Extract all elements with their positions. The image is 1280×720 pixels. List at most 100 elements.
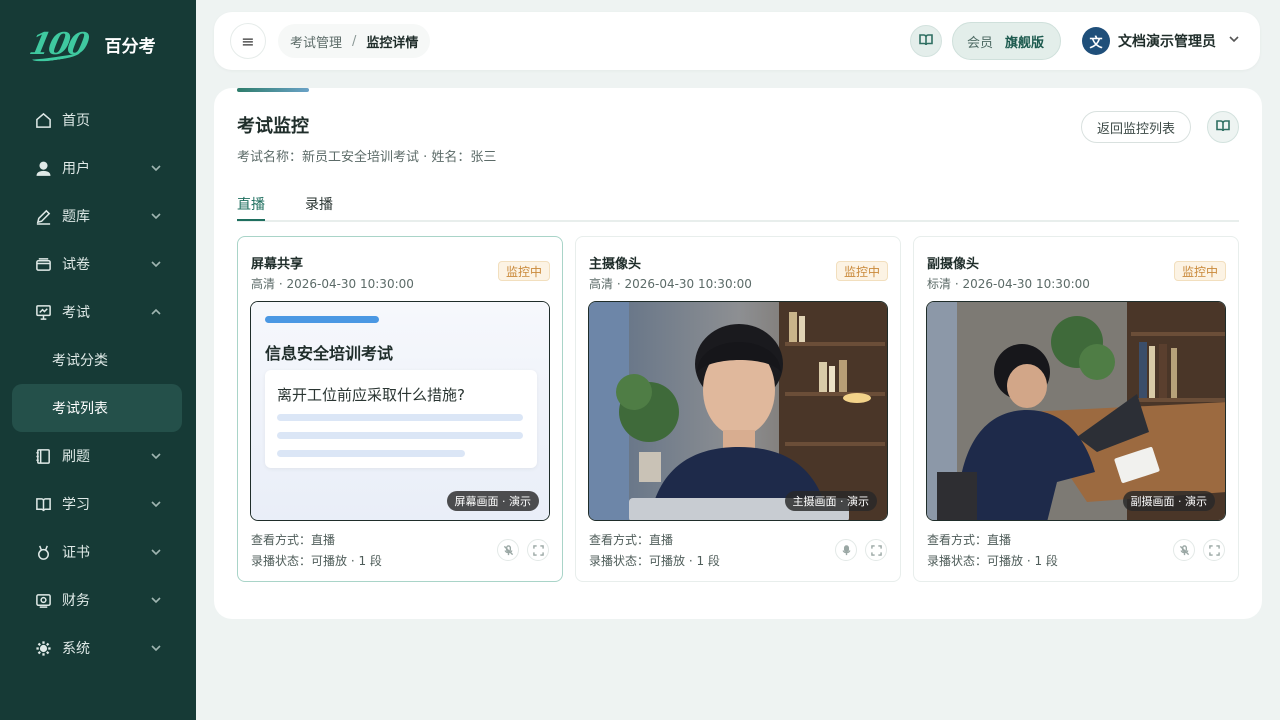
sidebar-item-practice[interactable]: 刷题 [0,432,196,480]
status-badge: 监控中 [497,261,550,281]
sidebar-item-label: 刷题 [62,449,90,465]
screen-share-card[interactable]: 屏幕共享 高清 · 2026-04-30 10:30:00 监控中 信息安全培训… [237,236,563,582]
home-icon [34,111,52,129]
sidebar-item-papers[interactable]: 试卷 [0,240,196,288]
fullscreen-button[interactable] [527,539,549,561]
user-icon [34,159,52,177]
card-title: 屏幕共享 [251,257,304,272]
chevron-down-icon [150,594,162,606]
sidebar-item-label: 考试分类 [52,353,108,369]
card-meta: 高清 · 2026-04-30 10:30:00 [589,277,752,291]
exam-info: 考试名称：新员工安全培训考试 · 姓名：张三 [237,150,497,165]
member-tier: 旗舰版 [1005,35,1045,51]
record-status: 录播状态：可播放 · 1 段 [251,554,382,568]
sidebar-item-home[interactable]: 首页 [0,96,196,144]
card-title: 副摄像头 [927,257,980,272]
topbar: ≡ 考试管理 / 监控详情 会员 旗舰版 文 文档演示管理员 [214,12,1260,70]
panel-accent-bar [237,88,309,92]
fullscreen-button[interactable] [865,539,887,561]
sidebar-item-label: 考试列表 [52,401,108,417]
notebook-icon [34,447,52,465]
mute-button[interactable] [1173,539,1195,561]
sidebar-item-system[interactable]: 系统 [0,624,196,672]
mic-icon [841,541,852,560]
view-mode: 查看方式：直播 [589,533,674,547]
chevron-down-icon [1228,33,1240,49]
sidebar-item-certificates[interactable]: 证书 [0,528,196,576]
main-camera-card[interactable]: 主摄像头 高清 · 2026-04-30 10:30:00 监控中 主摄画面 ·… [575,236,901,582]
sidebar-subitem-exam-categories[interactable]: 考试分类 [0,336,196,384]
secondary-camera-video[interactable]: 副摄画面 · 演示 [926,301,1226,521]
answer-line [277,450,465,457]
back-to-list-button[interactable]: 返回监控列表 [1081,111,1192,143]
question-text: 离开工位前应采取什么措施? [277,386,465,404]
mic-off-icon [503,541,514,560]
screen-share-video[interactable]: 信息安全培训考试 离开工位前应采取什么措施? 屏幕画面 · 演示 [250,301,550,521]
chevron-down-icon [150,642,162,654]
card-meta: 标清 · 2026-04-30 10:30:00 [927,277,1090,291]
card-title: 主摄像头 [589,257,642,272]
mic-button[interactable] [835,539,857,561]
main-camera-video[interactable]: 主摄画面 · 演示 [588,301,888,521]
monitor-tabs: 直播 录播 [237,194,1239,222]
brand-name: 百分考 [104,36,156,57]
mic-off-icon [1179,541,1190,560]
secondary-camera-card[interactable]: 副摄像头 标清 · 2026-04-30 10:30:00 监控中 副摄画面 ·… [913,236,1239,582]
chevron-down-icon [150,450,162,462]
book-icon [1216,118,1230,137]
chevron-down-icon [150,498,162,510]
tray-icon [34,255,52,273]
card-meta: 高清 · 2026-04-30 10:30:00 [251,277,414,291]
frame-label: 屏幕画面 · 演示 [446,491,539,511]
gear-icon [34,639,52,657]
wallet-icon [34,591,52,609]
chevron-up-icon [150,306,162,318]
status-badge: 监控中 [835,261,888,281]
sidebar-item-users[interactable]: 用户 [0,144,196,192]
tab-live[interactable]: 直播 [237,194,265,221]
page-title: 考试监控 [237,116,309,137]
brand[interactable]: 100 百分考 [0,0,196,88]
membership-badge[interactable]: 会员 旗舰版 [952,22,1062,60]
sidebar-item-exams[interactable]: 考试 [0,288,196,336]
sidebar-item-label: 财务 [62,593,90,609]
hamburger-icon: ≡ [241,31,255,51]
book-open-icon [34,495,52,513]
fullscreen-icon [532,541,544,560]
chevron-down-icon [150,210,162,222]
sidebar-subitem-exam-list[interactable]: 考试列表 [12,384,182,432]
sidebar-item-label: 首页 [62,113,90,129]
sidebar-item-learning[interactable]: 学习 [0,480,196,528]
main-camera-image [589,302,887,520]
sidebar-item-label: 用户 [62,161,90,177]
pen-icon [34,207,52,225]
secondary-camera-image [927,302,1225,520]
sidebar-item-label: 题库 [62,209,90,225]
chevron-down-icon [150,162,162,174]
tab-recording[interactable]: 录播 [305,194,333,214]
fullscreen-button[interactable] [1203,539,1225,561]
screen-preview: 信息安全培训考试 离开工位前应采取什么措施? [251,302,549,520]
monitor-chart-icon [34,303,52,321]
sidebar-item-label: 学习 [62,497,90,513]
mute-button[interactable] [497,539,519,561]
menu-toggle-button[interactable]: ≡ [230,23,266,59]
chevron-down-icon [150,546,162,558]
user-menu[interactable]: 文 文档演示管理员 [1076,22,1254,60]
breadcrumb-item-exam-management[interactable]: 考试管理 [290,32,342,51]
answer-line [277,414,523,421]
sidebar-item-label: 考试 [62,305,90,321]
sidebar-item-question-bank[interactable]: 题库 [0,192,196,240]
chevron-down-icon [150,258,162,270]
main-panel: 考试监控 考试名称：新员工安全培训考试 · 姓名：张三 返回监控列表 直播 录播… [214,88,1262,619]
status-badge: 监控中 [1173,261,1226,281]
frame-label: 主摄画面 · 演示 [784,491,877,511]
award-icon [34,543,52,561]
sidebar: 100 百分考 首页 用户 题库 试卷 考试 考试分类 考试列表 刷题 学习 证… [0,0,196,720]
answer-line [277,432,523,439]
member-label: 会员 [967,35,994,51]
sidebar-item-finance[interactable]: 财务 [0,576,196,624]
docs-button[interactable] [910,25,942,57]
fullscreen-icon [870,541,882,560]
help-docs-button[interactable] [1207,111,1239,143]
